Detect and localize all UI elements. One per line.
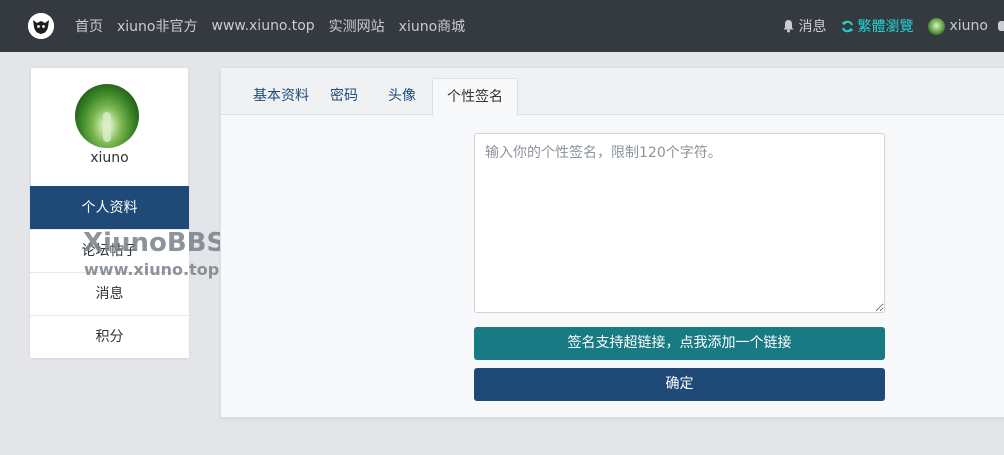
top-navbar: 首页 xiuno非官方 www.xiuno.top 实测网站 xiuno商城 消… <box>0 0 1004 52</box>
nav-link-home[interactable]: 首页 <box>75 16 103 36</box>
profile-sidebar: xiuno 个人资料 论坛帖子 消息 积分 <box>30 67 189 358</box>
nav-traditional-toggle[interactable]: 繁體瀏覽 <box>841 16 914 36</box>
tab-signature[interactable]: 个性签名 <box>432 78 518 116</box>
nav-messages[interactable]: 消息 <box>782 16 827 36</box>
nav-link-test-site[interactable]: 实测网站 <box>329 16 385 36</box>
nav-messages-label: 消息 <box>798 19 827 35</box>
site-logo-icon[interactable] <box>28 13 54 39</box>
nav-links: 首页 xiuno非官方 www.xiuno.top 实测网站 xiuno商城 <box>75 0 479 52</box>
nav-right: 消息 繁體瀏覽 xiuno <box>768 0 1004 52</box>
signature-panel: 基本资料 密码 头像 个性签名 签名支持超链接，点我添加一个链接 确定 <box>220 67 1004 418</box>
profile-avatar <box>75 84 139 148</box>
add-link-button[interactable]: 签名支持超链接，点我添加一个链接 <box>474 327 885 360</box>
profile-tabs: 基本资料 密码 头像 个性签名 <box>221 68 1004 116</box>
home-icon[interactable] <box>998 21 1004 31</box>
nav-link-site[interactable]: www.xiuno.top <box>212 18 315 34</box>
tab-password[interactable]: 密码 <box>319 78 369 116</box>
sidebar-item-credits[interactable]: 积分 <box>30 315 189 358</box>
tab-basic-info[interactable]: 基本资料 <box>233 78 329 116</box>
user-avatar <box>927 17 945 35</box>
nav-traditional-label: 繁體瀏覽 <box>857 19 914 35</box>
nav-user-menu[interactable]: xiuno <box>927 17 1004 35</box>
confirm-button[interactable]: 确定 <box>474 368 885 401</box>
nav-link-store[interactable]: xiuno商城 <box>399 16 466 36</box>
nav-username: xiuno <box>949 18 989 34</box>
refresh-icon <box>841 20 854 33</box>
profile-username: xiuno <box>90 150 129 166</box>
nav-link-unofficial[interactable]: xiuno非官方 <box>117 16 198 36</box>
bell-icon <box>782 19 795 33</box>
signature-input[interactable] <box>474 133 885 313</box>
sidebar-item-profile[interactable]: 个人资料 <box>30 186 189 229</box>
tab-avatar[interactable]: 头像 <box>377 78 427 116</box>
watermark-url: www.xiuno.top <box>84 260 220 279</box>
watermark-title: XiunoBBS <box>83 228 226 258</box>
